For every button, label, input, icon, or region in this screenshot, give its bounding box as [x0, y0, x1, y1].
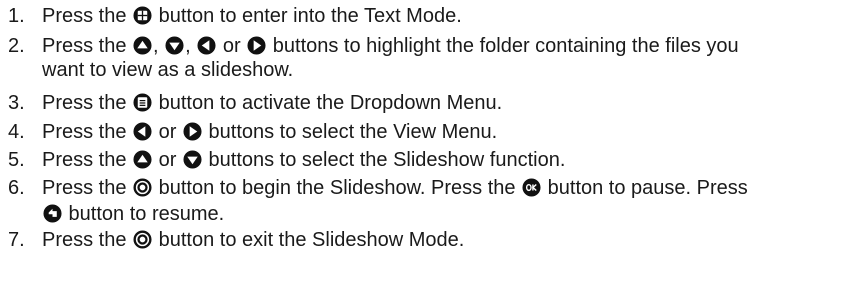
- step-text: Press the: [42, 149, 133, 171]
- ok-button-icon: [522, 178, 541, 197]
- step-text-line: button to resume.: [42, 202, 224, 226]
- step-text: Press the: [42, 35, 133, 57]
- step-text: ,: [153, 35, 165, 57]
- step-text: or: [153, 149, 182, 171]
- step-number: 1.: [8, 5, 25, 27]
- step-text-line: Press the , , or buttons to highlight th…: [42, 34, 739, 58]
- menu-button-icon: [133, 93, 152, 112]
- down-button-icon: [165, 36, 184, 55]
- step-text-line: Press the or buttons to select the View …: [42, 120, 497, 144]
- step-text: want to view as a slideshow.: [42, 59, 294, 81]
- step-text: Press the: [42, 121, 133, 143]
- step-text: or: [153, 121, 182, 143]
- step-text: button to enter into the Text Mode.: [153, 5, 462, 27]
- step-text: Press the: [42, 177, 133, 199]
- step-text-line: Press the button to begin the Slideshow.…: [42, 176, 748, 200]
- right-button-icon: [247, 36, 266, 55]
- step-text-line: Press the button to activate the Dropdow…: [42, 91, 502, 115]
- left-button-icon: [197, 36, 216, 55]
- step-text: buttons to select the Slideshow function…: [202, 149, 566, 171]
- step-text: button to begin the Slideshow. Press the: [153, 177, 522, 199]
- step-text: buttons to highlight the folder containi…: [267, 35, 739, 57]
- step-text-line: Press the or buttons to select the Slide…: [42, 148, 565, 172]
- left-button-icon: [133, 122, 152, 141]
- step-number: 2.: [8, 35, 25, 57]
- step-number: 7.: [8, 229, 25, 251]
- step-text-line: want to view as a slideshow.: [42, 58, 293, 82]
- up-button-icon: [133, 150, 152, 169]
- down-button-icon: [183, 150, 202, 169]
- step-text-line: Press the button to enter into the Text …: [42, 4, 462, 28]
- play-stop-button-icon: [133, 230, 152, 249]
- step-text-line: Press the button to exit the Slideshow M…: [42, 228, 464, 252]
- step-text: Press the: [42, 229, 133, 251]
- step-text: button to pause. Press: [542, 177, 748, 199]
- grid-button-icon: [133, 6, 152, 25]
- step-number: 3.: [8, 92, 25, 114]
- step-text: Press the: [42, 5, 133, 27]
- step-text: or: [217, 35, 247, 57]
- step-text: button to activate the Dropdown Menu.: [153, 92, 503, 114]
- step-number: 5.: [8, 149, 25, 171]
- right-button-icon: [183, 122, 202, 141]
- step-number: 6.: [8, 177, 25, 199]
- step-text: buttons to select the View Menu.: [202, 121, 498, 143]
- step-number: 4.: [8, 121, 25, 143]
- play-stop-button-icon: [133, 178, 152, 197]
- step-text: button to exit the Slideshow Mode.: [153, 229, 465, 251]
- step-text: ,: [185, 35, 197, 57]
- step-text: Press the: [42, 92, 133, 114]
- back-button-icon: [43, 204, 62, 223]
- step-text: button to resume.: [63, 203, 225, 225]
- up-button-icon: [133, 36, 152, 55]
